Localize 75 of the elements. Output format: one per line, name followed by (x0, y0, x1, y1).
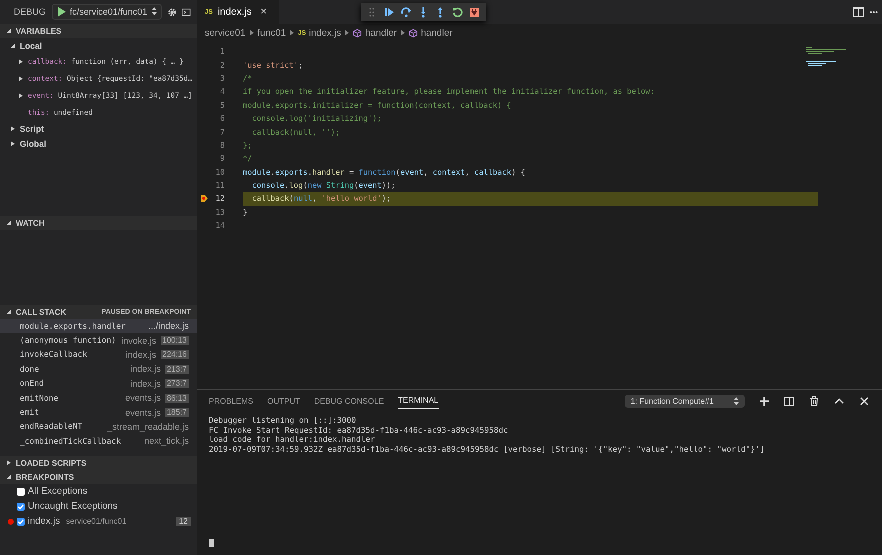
stack-frame[interactable]: _combinedTickCallback next_tick.js (0, 434, 197, 449)
checkbox[interactable] (17, 502, 25, 510)
section-header[interactable]: LOADED SCRIPTS (0, 456, 197, 470)
scope-name[interactable]: Local (20, 40, 42, 50)
breakpoint-dot[interactable] (8, 518, 14, 524)
stack-frame[interactable]: done index.js 213:7 (0, 362, 197, 377)
stack-frame[interactable]: onEnd index.js 273:7 (0, 376, 197, 391)
section-header[interactable]: BREAKPOINTS (0, 470, 197, 484)
terminal-select[interactable]: 1: Function Compute#1 (624, 394, 745, 408)
restart-icon[interactable] (452, 6, 463, 18)
section-header[interactable]: WATCH (0, 216, 197, 230)
more-icon[interactable] (870, 10, 878, 14)
collapsed-chevron-icon[interactable] (18, 58, 24, 64)
start-icon[interactable] (57, 7, 66, 17)
stack-frame[interactable]: module.exports.handler .../index.js (0, 319, 197, 334)
close-icon[interactable]: × (260, 6, 267, 18)
section-title: BREAKPOINTS (16, 472, 74, 482)
stack-frame[interactable]: invokeCallback index.js 224:16 (0, 348, 197, 362)
split-editor-icon[interactable] (853, 7, 864, 17)
collapsed-chevron-icon[interactable] (10, 140, 16, 146)
stack-frame[interactable]: emit events.js 185:7 (0, 405, 197, 420)
panel-tab[interactable]: DEBUG CONSOLE (314, 394, 384, 408)
stack-frame[interactable]: (anonymous function) invoke.js 100:13 (0, 333, 197, 348)
breakpoint-label: Uncaught Exceptions (28, 501, 118, 512)
breadcrumb-item[interactable]: handler (409, 28, 453, 38)
section-title: VARIABLES (16, 26, 62, 36)
breakpoint-label: All Exceptions (28, 486, 88, 497)
step-over-icon[interactable] (401, 6, 412, 18)
expanded-chevron-icon[interactable] (6, 474, 12, 480)
expanded-chevron-icon[interactable] (6, 220, 12, 226)
cube-icon (353, 28, 362, 38)
scope-name[interactable]: Global (20, 138, 46, 148)
breakpoint-label: index.js (28, 516, 60, 527)
breadcrumb-item[interactable]: service01 (205, 28, 246, 38)
checkbox[interactable] (17, 518, 25, 526)
collapsed-chevron-icon[interactable] (18, 92, 24, 98)
split-terminal-icon[interactable] (784, 396, 795, 406)
updown-caret-icon (734, 396, 739, 406)
panel-tab[interactable]: PROBLEMS (209, 394, 254, 408)
continue-icon[interactable] (384, 6, 395, 18)
section-header[interactable]: VARIABLES (0, 24, 197, 38)
stack-frame[interactable]: emitNone events.js 86:13 (0, 390, 197, 406)
chevron-icon (250, 30, 254, 36)
line-number-badge: 12 (176, 517, 191, 526)
panel-tab[interactable]: OUTPUT (267, 394, 300, 408)
section-title: LOADED SCRIPTS (16, 458, 87, 468)
section-title: CALL STACK (16, 308, 66, 316)
expanded-chevron-icon[interactable] (6, 309, 12, 315)
console-icon[interactable] (182, 8, 191, 16)
trash-icon[interactable] (809, 396, 820, 406)
close-icon[interactable] (859, 396, 870, 406)
section-title: WATCH (16, 218, 45, 228)
breadcrumb-item[interactable]: handler (353, 28, 398, 38)
expanded-chevron-icon[interactable] (10, 42, 16, 48)
breakpoint-path: service01/func01 (66, 517, 127, 526)
chevron-icon (290, 30, 294, 36)
debug-label: DEBUG (14, 7, 46, 17)
collapsed-chevron-icon[interactable] (10, 126, 16, 132)
stack-frame[interactable]: endReadableNT _stream_readable.js (0, 420, 197, 434)
updown-caret-icon (152, 7, 157, 16)
expanded-chevron-icon[interactable] (6, 28, 12, 34)
terminal-cursor (209, 539, 214, 547)
collapsed-chevron-icon[interactable] (6, 460, 12, 466)
collapsed-chevron-icon[interactable] (18, 76, 24, 82)
chevron-icon (345, 30, 350, 36)
cube-icon (409, 28, 418, 38)
step-out-icon[interactable] (435, 6, 446, 18)
panel-tab[interactable]: TERMINAL (398, 393, 439, 409)
plus-icon[interactable] (759, 396, 770, 406)
breadcrumb-item[interactable]: func01 (258, 28, 286, 38)
checkbox[interactable] (17, 488, 25, 496)
disconnect-icon[interactable] (469, 6, 480, 18)
settings-icon[interactable] (168, 6, 176, 18)
chevron-icon (401, 30, 406, 36)
scope-name[interactable]: Script (20, 124, 44, 134)
